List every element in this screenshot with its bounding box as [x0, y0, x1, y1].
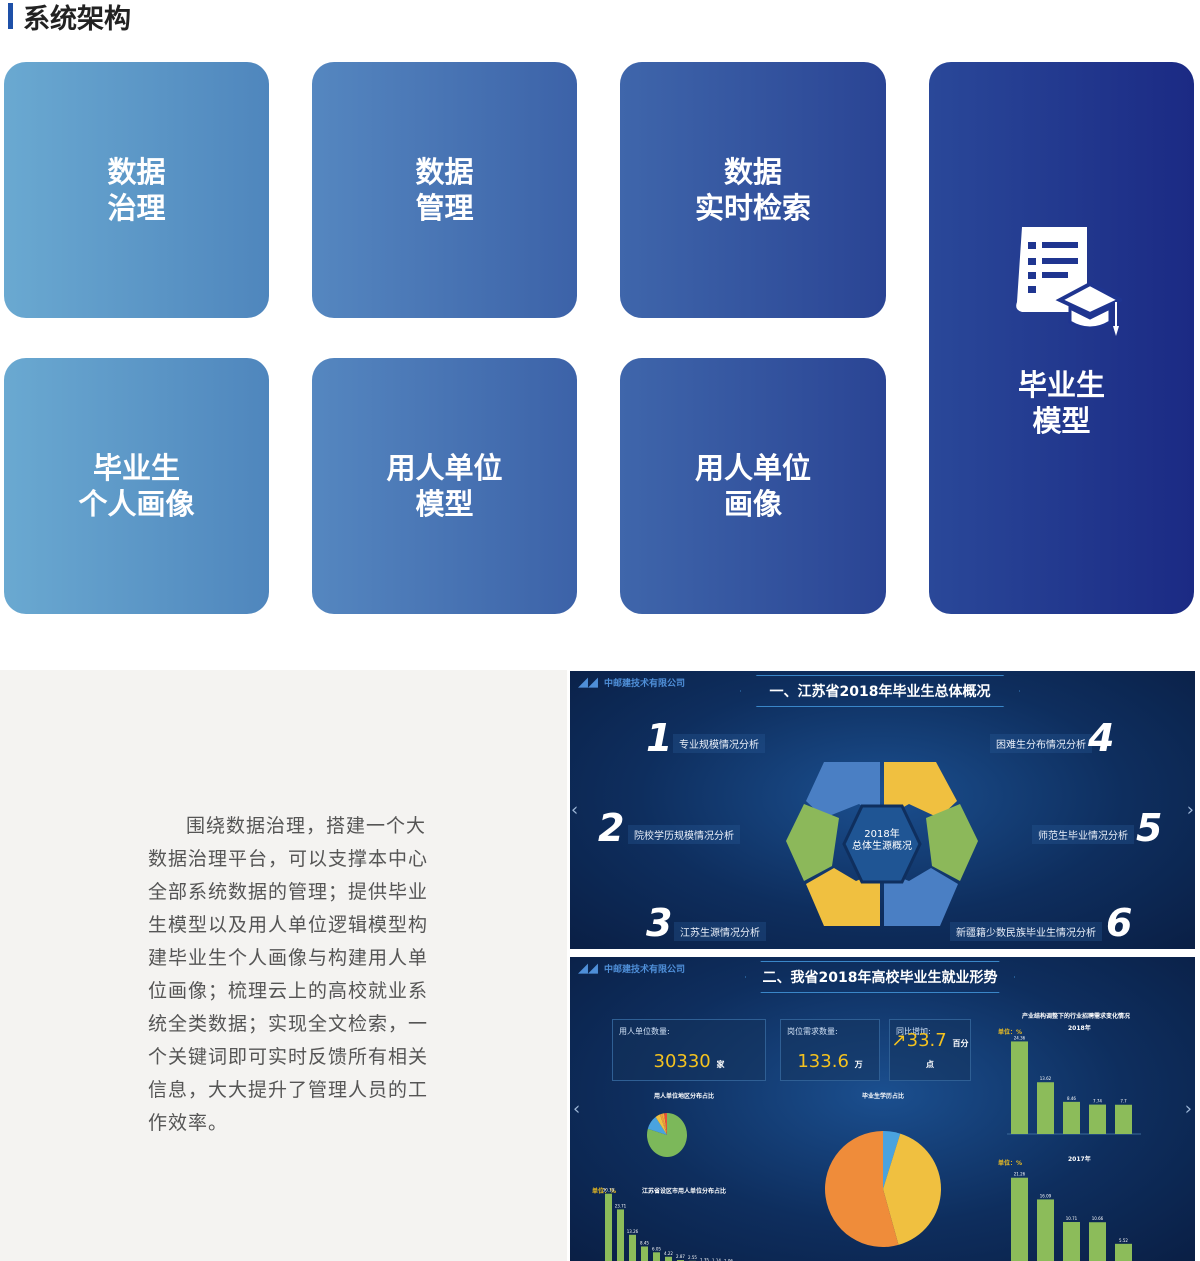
industry-2017-data-label: 21.26	[1014, 1172, 1026, 1177]
charts-layer: 24.36 13.62 8.46 7.74 7.7 21.26 16.09 10.71 10.6…	[603, 1035, 1141, 1261]
center-label: 2018年 总体生源概况	[852, 829, 912, 852]
employment-dashboard-screenshot: ◢◢ 中邮建技术有限公司 二、我省2018年高校毕业生就业形势 ‹ › 用人单位数…	[570, 957, 1195, 1261]
industry-2017-bar	[1037, 1199, 1054, 1261]
city-data-label: 6.05	[652, 1246, 661, 1251]
item-label-5[interactable]: 师范生毕业情况分析	[1032, 825, 1134, 844]
city-bar	[665, 1256, 672, 1261]
industry-2018-bar	[1011, 1041, 1028, 1134]
item-label-1[interactable]: 专业规模情况分析	[673, 734, 765, 753]
city-data-label: 4.22	[664, 1251, 673, 1256]
city-data-label: 2.55	[688, 1255, 697, 1260]
section-title: 系统架构	[8, 0, 131, 35]
city-data-label: 2.87	[676, 1254, 685, 1259]
industry-2018-data-label: 24.36	[1014, 1035, 1026, 1040]
overview-dashboard-screenshot: ◢◢ 中邮建技术有限公司 一、江苏省2018年毕业生总体概况 ‹ › 2018年总…	[570, 671, 1195, 949]
item-label-2[interactable]: 院校学历规模情况分析	[628, 825, 740, 844]
segment-2	[786, 804, 839, 881]
city-bar	[653, 1252, 660, 1261]
city-bar	[641, 1246, 648, 1261]
card-graduate-model[interactable]: 毕业生 模型	[929, 62, 1194, 614]
industry-2018-data-label: 13.62	[1040, 1076, 1052, 1081]
card-realtime-search[interactable]: 数据 实时检索	[620, 62, 886, 318]
industry-2018-bar	[1063, 1101, 1080, 1134]
industry-2017-data-label: 5.52	[1119, 1238, 1128, 1243]
industry-2018-data-label: 7.74	[1093, 1099, 1102, 1104]
city-data-label: 30.19	[603, 1188, 615, 1193]
card-data-governance[interactable]: 数据 治理	[4, 62, 269, 318]
industry-2018-bar	[1037, 1082, 1054, 1134]
title-accent-bar	[8, 3, 13, 29]
industry-2017-bar	[1089, 1222, 1106, 1261]
description-text: 围绕数据治理，搭建一个大数据治理平台，可以支撑本中心全部系统数据的管理；提供毕业…	[148, 815, 429, 1134]
segment-5	[926, 804, 978, 881]
prev-arrow-icon[interactable]: ‹	[571, 800, 578, 821]
industry-2018-bar	[1115, 1104, 1132, 1134]
next-arrow-icon[interactable]: ›	[1187, 800, 1194, 821]
industry-2018-bar	[1089, 1104, 1106, 1134]
industry-2018-data-label: 7.7	[1120, 1099, 1127, 1104]
card-graduate-portrait[interactable]: 毕业生 个人画像	[4, 358, 269, 614]
industry-2017-data-label: 10.71	[1066, 1216, 1078, 1221]
company-logo: ◢◢ 中邮建技术有限公司	[578, 675, 686, 690]
industry-2017-bar	[1115, 1243, 1132, 1261]
item-label-4[interactable]: 困难生分布情况分析	[990, 734, 1092, 753]
city-data-label: 23.71	[615, 1203, 627, 1208]
industry-2018-data-label: 8.46	[1067, 1096, 1076, 1101]
card-employer-model[interactable]: 用人单位 模型	[312, 358, 577, 614]
city-bar	[617, 1209, 624, 1261]
city-data-label: 8.45	[640, 1240, 649, 1245]
industry-2017-data-label: 16.09	[1040, 1193, 1052, 1198]
industry-2017-bar	[1011, 1177, 1028, 1261]
document-graduation-cap-icon	[1015, 227, 1122, 336]
card-data-management[interactable]: 数据 管理	[312, 62, 577, 318]
card-employer-portrait[interactable]: 用人单位 画像	[620, 358, 886, 614]
industry-2017-bar	[1063, 1222, 1080, 1261]
item-label-6[interactable]: 新疆籍少数民族毕业生情况分析	[950, 922, 1102, 941]
city-bar	[605, 1193, 612, 1261]
industry-2017-data-label: 10.66	[1092, 1216, 1104, 1221]
city-data-label: 13.26	[627, 1229, 639, 1234]
dashboard-title: 一、江苏省2018年毕业生总体概况	[740, 675, 1020, 707]
item-label-3[interactable]: 江苏生源情况分析	[674, 922, 766, 941]
city-bar	[629, 1234, 636, 1261]
